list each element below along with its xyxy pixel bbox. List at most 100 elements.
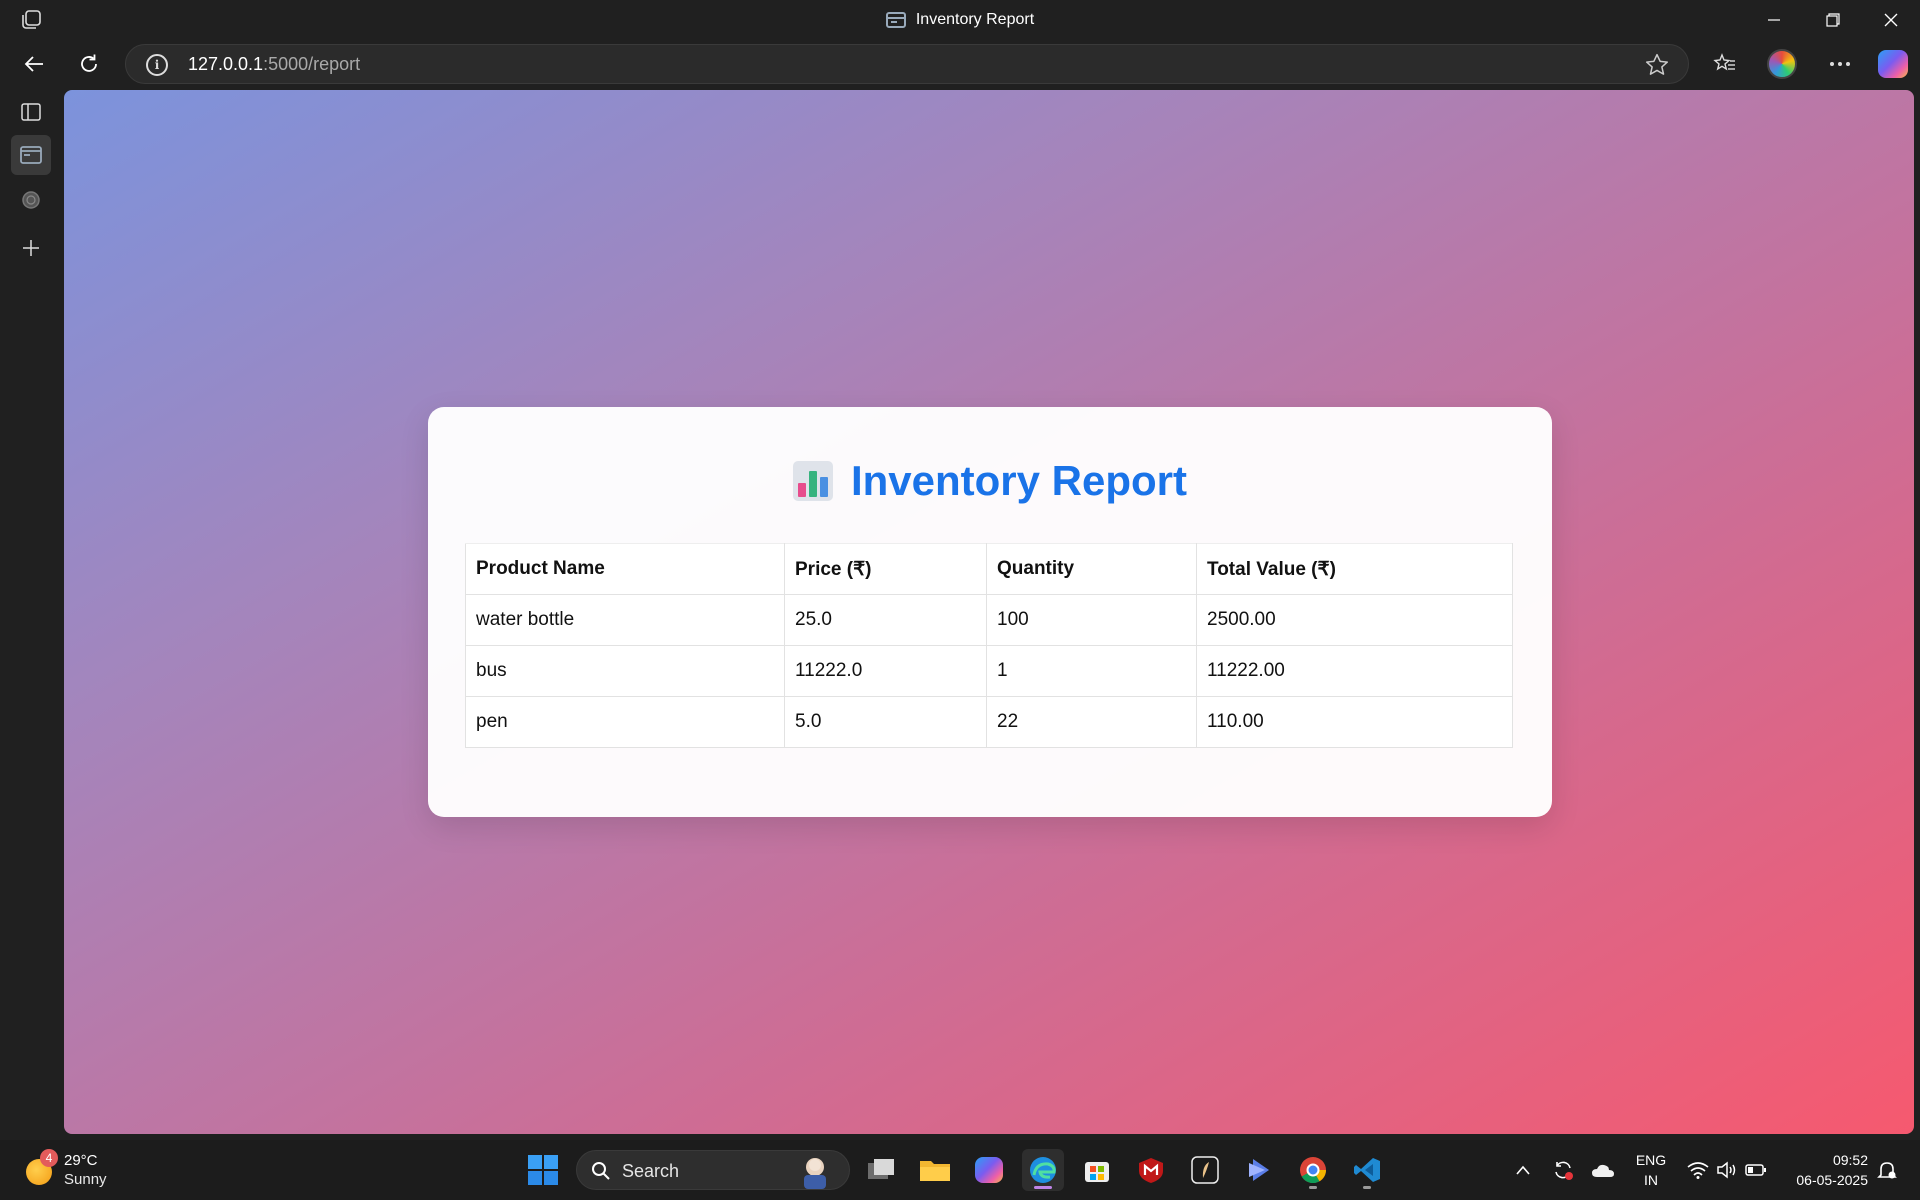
profile-avatar bbox=[1767, 49, 1797, 79]
address-bar[interactable]: i 127.0.0.1:5000/report bbox=[125, 44, 1689, 84]
taskbar-copilot[interactable] bbox=[968, 1149, 1010, 1191]
taskbar-app-black[interactable] bbox=[1184, 1149, 1226, 1191]
tab-page-icon bbox=[20, 146, 42, 164]
cell-product-name: pen bbox=[465, 696, 785, 748]
mcafee-shield-icon bbox=[1139, 1158, 1163, 1183]
cloud-icon bbox=[1592, 1164, 1614, 1177]
cell-quantity: 1 bbox=[986, 645, 1197, 697]
column-header: Total Value (₹) bbox=[1196, 543, 1513, 595]
taskbar-vscode[interactable] bbox=[1346, 1149, 1388, 1191]
search-label: Search bbox=[622, 1161, 680, 1181]
panel-icon bbox=[21, 103, 41, 121]
cell-product-name: water bottle bbox=[465, 594, 785, 646]
cell-product-name: bus bbox=[465, 645, 785, 697]
site-info-icon[interactable]: i bbox=[146, 54, 168, 76]
windows-taskbar: 4 29°C Sunny Search ENG IN 09:52 06-05-2… bbox=[0, 1140, 1920, 1200]
copilot-app-icon bbox=[975, 1157, 1003, 1183]
clock-date: 06-05-2025 bbox=[1796, 1172, 1868, 1188]
page-title-text: Inventory Report bbox=[850, 457, 1188, 504]
language-region: IN bbox=[1644, 1172, 1658, 1188]
task-view-icon bbox=[868, 1159, 894, 1179]
start-button[interactable] bbox=[522, 1149, 564, 1191]
cell-total-value: 2500.00 bbox=[1196, 594, 1513, 646]
clock-time: 09:52 bbox=[1832, 1152, 1868, 1168]
url-path: :5000/report bbox=[263, 54, 361, 74]
store-icon bbox=[1085, 1162, 1109, 1182]
new-tab-button[interactable] bbox=[11, 228, 51, 268]
folder-icon bbox=[920, 1161, 950, 1181]
active-indicator bbox=[1034, 1186, 1052, 1189]
url-text[interactable]: 127.0.0.1:5000/report bbox=[188, 45, 360, 83]
task-view-button[interactable] bbox=[860, 1149, 902, 1191]
back-arrow-icon bbox=[24, 56, 43, 72]
input-language-indicator[interactable]: ENG IN bbox=[1634, 1150, 1668, 1190]
restore-button[interactable] bbox=[1805, 0, 1861, 40]
cell-total-value: 11222.00 bbox=[1196, 645, 1513, 697]
weather-badge: 4 bbox=[40, 1149, 58, 1167]
taskbar-chrome[interactable] bbox=[1292, 1149, 1334, 1191]
battery-icon bbox=[1745, 1164, 1766, 1176]
cell-price: 5.0 bbox=[784, 696, 987, 748]
taskbar-app-blue[interactable] bbox=[1238, 1149, 1280, 1191]
sync-tray-icon[interactable] bbox=[1547, 1140, 1579, 1200]
chevron-up-icon bbox=[1516, 1165, 1530, 1175]
running-indicator bbox=[1363, 1186, 1371, 1189]
window-title: Inventory Report bbox=[0, 0, 1920, 40]
cell-quantity: 100 bbox=[986, 594, 1197, 646]
window-title-text: Inventory Report bbox=[915, 11, 1035, 28]
speaker-icon bbox=[1717, 1161, 1736, 1179]
sync-icon bbox=[1555, 1161, 1573, 1180]
vertical-tab-inventory-report[interactable] bbox=[11, 135, 51, 175]
pen-app-icon bbox=[1191, 1156, 1219, 1184]
search-highlight-icon bbox=[804, 1158, 826, 1189]
column-header: Quantity bbox=[986, 543, 1197, 595]
weather-widget[interactable]: 4 29°C Sunny bbox=[26, 1149, 166, 1191]
copilot-button[interactable] bbox=[1873, 44, 1913, 84]
report-card: Inventory Report Product Name Price (₹) … bbox=[428, 407, 1552, 817]
volume-tray-icon[interactable] bbox=[1712, 1140, 1742, 1200]
more-options-button[interactable] bbox=[1820, 44, 1860, 84]
close-window-button[interactable] bbox=[1863, 0, 1919, 40]
back-button[interactable] bbox=[16, 46, 52, 82]
favorites-button[interactable] bbox=[1705, 44, 1745, 84]
taskbar-search[interactable]: Search bbox=[576, 1150, 850, 1190]
taskbar-store[interactable] bbox=[1076, 1149, 1118, 1191]
column-header: Product Name bbox=[465, 543, 785, 595]
show-hidden-icons-button[interactable] bbox=[1508, 1140, 1538, 1200]
table-row: water bottle 25.0 100 2500.00 bbox=[465, 594, 1513, 646]
onedrive-tray-icon[interactable] bbox=[1587, 1140, 1619, 1200]
refresh-icon bbox=[81, 54, 97, 72]
system-clock[interactable]: 09:52 06-05-2025 bbox=[1778, 1150, 1868, 1190]
favorite-star-icon[interactable] bbox=[1644, 52, 1670, 78]
battery-tray-icon[interactable] bbox=[1741, 1140, 1771, 1200]
cell-total-value: 110.00 bbox=[1196, 696, 1513, 748]
sidebar-toggle-button[interactable] bbox=[11, 92, 51, 132]
profile-button[interactable] bbox=[1762, 44, 1802, 84]
url-host: 127.0.0.1 bbox=[188, 54, 264, 74]
more-dots-icon bbox=[1830, 62, 1850, 66]
cell-price: 25.0 bbox=[784, 594, 987, 646]
video-app-icon bbox=[1249, 1159, 1269, 1181]
notifications-button[interactable] bbox=[1872, 1140, 1902, 1200]
inventory-table: Product Name Price (₹) Quantity Total Va… bbox=[465, 543, 1513, 748]
vertical-tab-sidebar bbox=[0, 88, 64, 1134]
weather-temperature: 29°C bbox=[64, 1152, 98, 1169]
column-header: Price (₹) bbox=[784, 543, 987, 595]
refresh-button[interactable] bbox=[71, 46, 107, 82]
favorites-list-icon bbox=[1713, 53, 1735, 71]
wifi-icon bbox=[1687, 1162, 1709, 1179]
chrome-icon bbox=[1300, 1157, 1327, 1184]
wifi-tray-icon[interactable] bbox=[1683, 1140, 1713, 1200]
plus-icon bbox=[23, 240, 39, 256]
taskbar-file-explorer[interactable] bbox=[914, 1149, 956, 1191]
cell-price: 11222.0 bbox=[784, 645, 987, 697]
minimize-button[interactable] bbox=[1746, 0, 1802, 40]
taskbar-mcafee[interactable] bbox=[1130, 1149, 1172, 1191]
vertical-tab-other[interactable] bbox=[11, 180, 51, 220]
weather-description: Sunny bbox=[64, 1171, 107, 1188]
copilot-icon bbox=[1878, 50, 1908, 78]
taskbar-edge[interactable] bbox=[1022, 1149, 1064, 1191]
browser-toolbar: i 127.0.0.1:5000/report bbox=[0, 40, 1920, 88]
table-row: pen 5.0 22 110.00 bbox=[465, 696, 1513, 748]
search-icon bbox=[592, 1162, 610, 1180]
